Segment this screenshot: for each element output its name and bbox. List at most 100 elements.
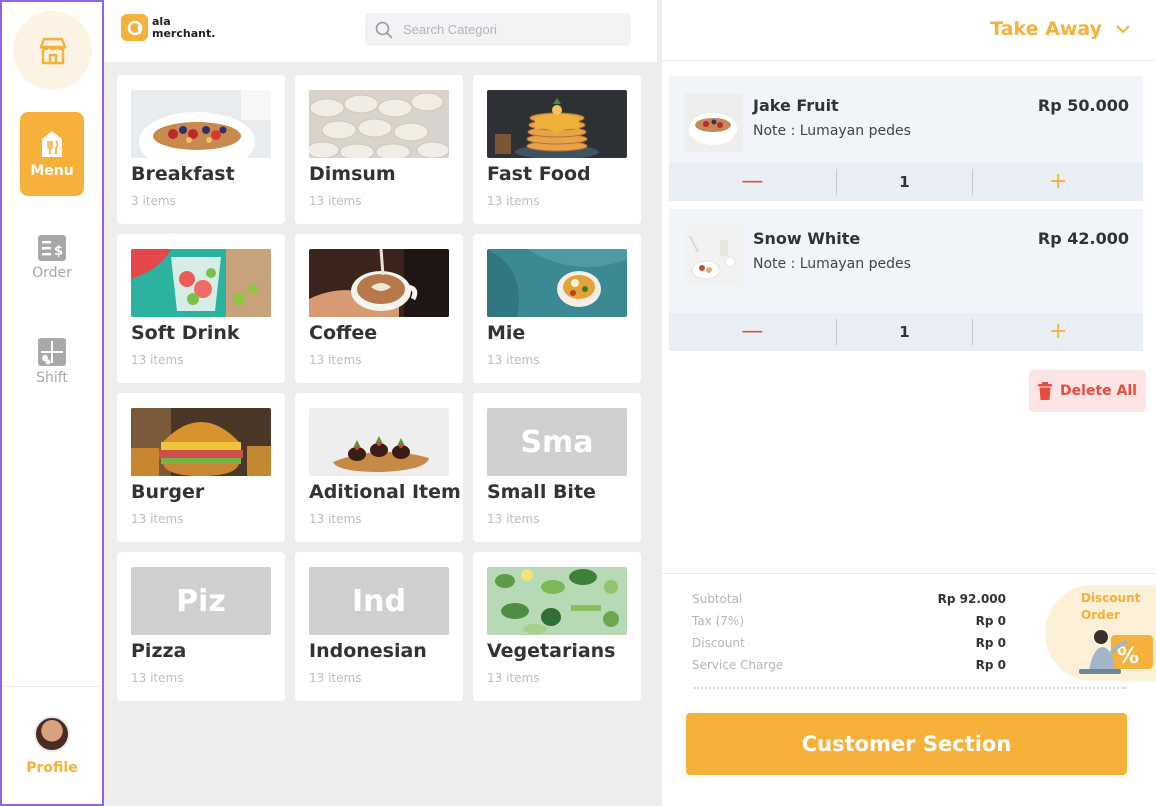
category-name: Burger xyxy=(131,481,205,503)
avatar xyxy=(34,715,70,752)
category-name: Vegetarians xyxy=(487,640,616,662)
search-input[interactable] xyxy=(403,22,603,37)
quantity-stepper: — 1 + xyxy=(669,163,1143,201)
category-name: Coffee xyxy=(309,322,378,344)
category-count: 13 items xyxy=(309,512,362,526)
category-grid: Breakfast 3 items Dimsum 13 items Fast F… xyxy=(117,75,641,701)
order-type-label: Take Away xyxy=(990,18,1102,40)
increase-quantity-button[interactable]: + xyxy=(973,313,1143,351)
cart-item-title: Jake Fruit xyxy=(753,96,839,115)
tax-value: Rp 0 xyxy=(975,614,1006,628)
cart-item-price: Rp 50.000 xyxy=(1037,96,1129,115)
category-name: Aditional Item xyxy=(309,481,461,503)
brand-logo-line1: ala xyxy=(152,14,171,28)
profile-button[interactable]: Profile xyxy=(2,686,102,804)
cart-item: Snow White Note : Lumayan pedes Rp 42.00… xyxy=(669,209,1143,351)
category-card-pizza[interactable]: Piz Pizza 13 items xyxy=(117,552,285,701)
subtotal-value: Rp 92.000 xyxy=(937,592,1006,606)
category-name: Small Bite xyxy=(487,481,596,503)
category-count: 13 items xyxy=(309,671,362,685)
decrease-quantity-button[interactable]: — xyxy=(669,313,836,351)
category-card-dimsum[interactable]: Dimsum 13 items xyxy=(295,75,463,224)
svg-text:%: % xyxy=(1117,644,1139,669)
additional-item-photo xyxy=(309,408,449,476)
category-count: 13 items xyxy=(487,353,540,367)
discount-label: Discount xyxy=(692,636,745,650)
category-count: 13 items xyxy=(487,671,540,685)
sidebar-item-shift[interactable]: Shift xyxy=(20,324,84,400)
cart-item-note: Note : Lumayan pedes xyxy=(753,123,911,139)
cart-item-price: Rp 42.000 xyxy=(1037,229,1129,248)
pancake-photo xyxy=(487,90,627,158)
category-name: Mie xyxy=(487,322,526,344)
category-card-mie[interactable]: Mie 13 items xyxy=(473,234,641,383)
order-panel: Take Away Jake Fruit Note : Lumayan pede… xyxy=(662,0,1156,806)
sidebar-item-menu[interactable]: Menu xyxy=(20,112,84,196)
menu-fork-icon xyxy=(42,131,62,157)
discount-value: Rp 0 xyxy=(975,636,1006,650)
category-card-aditional-item[interactable]: Aditional Item 13 items xyxy=(295,393,463,542)
quantity-stepper: — 1 + xyxy=(669,313,1143,351)
pizza-placeholder: Piz xyxy=(131,567,271,635)
vegetarian-photo xyxy=(487,567,627,635)
sidebar-item-label: Shift xyxy=(36,370,68,386)
subtotal-label: Subtotal xyxy=(692,592,743,606)
summary-divider xyxy=(662,573,1156,574)
indonesian-placeholder: Ind xyxy=(309,567,449,635)
category-name: Indonesian xyxy=(309,640,427,662)
increase-quantity-button[interactable]: + xyxy=(973,163,1143,201)
category-name: Pizza xyxy=(131,640,187,662)
order-receipt-icon: $ xyxy=(38,235,66,261)
category-count: 13 items xyxy=(487,194,540,208)
brand-logo: ala merchant. xyxy=(121,14,215,41)
burger-photo xyxy=(131,408,271,476)
discount-illustration: % xyxy=(1079,630,1153,674)
category-card-breakfast[interactable]: Breakfast 3 items xyxy=(117,75,285,224)
discount-order-button[interactable]: Discount Order % xyxy=(1045,585,1156,681)
cart-item-title: Snow White xyxy=(753,229,861,248)
category-catalog: ala merchant. Search Categori Breakfast … xyxy=(104,0,657,806)
order-header: Take Away xyxy=(662,0,1156,61)
sidebar-item-label: Menu xyxy=(30,163,74,179)
category-name: Dimsum xyxy=(309,163,396,185)
category-card-soft-drink[interactable]: Soft Drink 13 items xyxy=(117,234,285,383)
category-count: 13 items xyxy=(131,671,184,685)
category-count: 13 items xyxy=(131,353,184,367)
small-bite-placeholder: Sma xyxy=(487,408,627,476)
coffee-photo xyxy=(309,249,449,317)
search-bar[interactable] xyxy=(365,13,631,46)
brand-logo-line2: merchant. xyxy=(152,26,216,40)
category-card-vegetarians[interactable]: Vegetarians 13 items xyxy=(473,552,641,701)
order-type-dropdown[interactable]: Take Away xyxy=(990,18,1130,40)
store-logo[interactable] xyxy=(13,11,92,90)
store-icon xyxy=(39,37,66,64)
category-card-coffee[interactable]: Coffee 13 items xyxy=(295,234,463,383)
category-count: 13 items xyxy=(131,512,184,526)
service-charge-value: Rp 0 xyxy=(975,658,1006,672)
category-count: 3 items xyxy=(131,194,176,208)
quantity-value: 1 xyxy=(899,173,910,191)
sidebar-item-label: Order xyxy=(32,265,72,281)
tax-label: Tax (7%) xyxy=(692,614,745,628)
chevron-down-icon xyxy=(1116,24,1130,33)
category-name: Soft Drink xyxy=(131,322,240,344)
customer-section-button[interactable]: Customer Section xyxy=(686,713,1127,775)
decrease-quantity-button[interactable]: — xyxy=(669,163,836,201)
sidebar-item-order[interactable]: $ Order xyxy=(20,220,84,296)
cart-item-note: Note : Lumayan pedes xyxy=(753,256,911,272)
profile-label: Profile xyxy=(26,759,78,776)
category-count: 13 items xyxy=(309,353,362,367)
brand-logo-icon xyxy=(121,14,148,41)
sidebar: Menu $ Order Shift Profile xyxy=(0,0,104,806)
catalog-header: ala merchant. xyxy=(104,0,657,62)
category-card-indonesian[interactable]: Ind Indonesian 13 items xyxy=(295,552,463,701)
category-card-fast-food[interactable]: Fast Food 13 items xyxy=(473,75,641,224)
search-icon xyxy=(375,21,393,39)
delete-all-button[interactable]: Delete All xyxy=(1029,370,1146,412)
category-count: 13 items xyxy=(487,512,540,526)
category-card-small-bite[interactable]: Sma Small Bite 13 items xyxy=(473,393,641,542)
snow-white-photo xyxy=(684,226,743,285)
category-card-burger[interactable]: Burger 13 items xyxy=(117,393,285,542)
cart-item: Jake Fruit Note : Lumayan pedes Rp 50.00… xyxy=(669,76,1143,201)
soft-drink-photo xyxy=(131,249,271,317)
